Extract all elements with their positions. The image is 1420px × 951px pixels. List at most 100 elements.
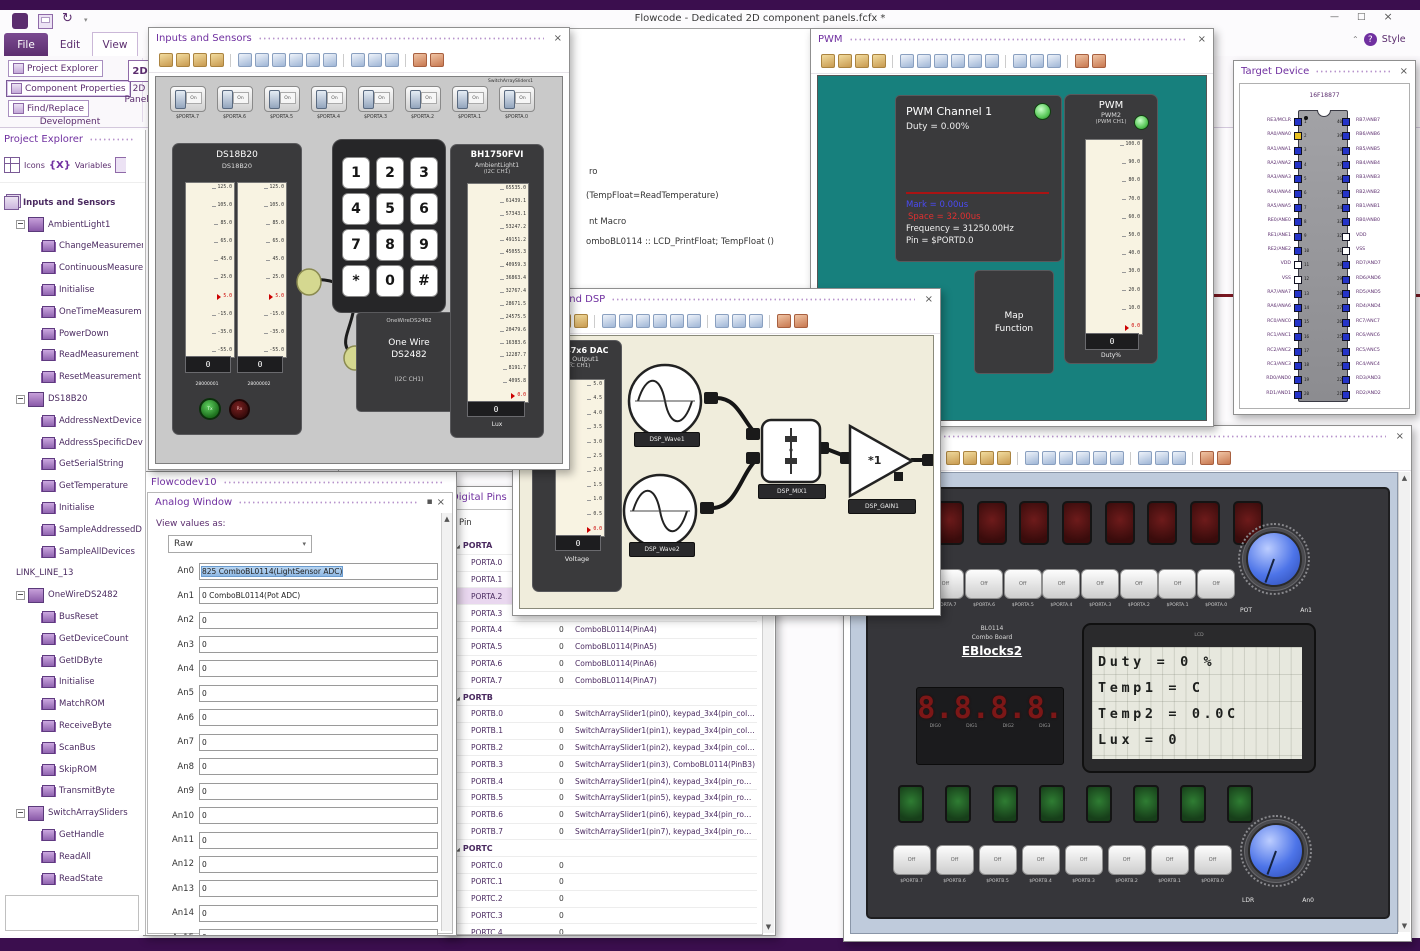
- save-icon[interactable]: [38, 14, 53, 29]
- connections-icon[interactable]: [1154, 451, 1169, 465]
- tree-item[interactable]: AddressSpecificDev: [2, 432, 143, 454]
- pin-label-right[interactable]: RC7/ANC7: [1356, 319, 1380, 324]
- port-switch-button[interactable]: Off: [935, 845, 974, 875]
- digital-pin-row[interactable]: PORTC.1 0: [451, 874, 757, 891]
- reset-view-icon[interactable]: [793, 314, 808, 328]
- pin-label-right[interactable]: RC5/ANC5: [1356, 348, 1380, 353]
- world-icon[interactable]: [1074, 54, 1089, 68]
- tree-item[interactable]: ContinuousMeasure: [2, 257, 143, 279]
- close-icon[interactable]: ×: [925, 294, 933, 305]
- sep[interactable]: [594, 314, 595, 328]
- scroll-down-icon[interactable]: ▼: [763, 923, 774, 931]
- send-back-icon[interactable]: [933, 54, 948, 68]
- digital-pin-row[interactable]: PORTC.3 0: [451, 908, 757, 925]
- port-switch-button[interactable]: Off: [965, 569, 1004, 599]
- analog-value-field[interactable]: 0: [199, 831, 438, 849]
- pin-label-left[interactable]: RA7/ANA7: [1244, 290, 1291, 295]
- wave2-label[interactable]: DSP_Wave2: [629, 542, 695, 557]
- project-explorer-button[interactable]: Project Explorer: [8, 60, 104, 77]
- board-scrollbar[interactable]: ▲ ▼: [1398, 472, 1410, 932]
- digital-pin-row[interactable]: PORTA.6 0 ComboBL0114(PinA6): [451, 656, 757, 673]
- ribbon-tab[interactable]: File: [4, 32, 48, 57]
- quickbar-caret-icon[interactable]: ▾: [84, 16, 88, 24]
- tree-expander[interactable]: [16, 808, 25, 818]
- tree-item[interactable]: SkipROM: [2, 759, 143, 781]
- pwm-titlebar[interactable]: PWM ×: [811, 29, 1213, 49]
- close-icon[interactable]: ×: [1400, 66, 1408, 77]
- sep[interactable]: [892, 54, 893, 68]
- port-switch-button[interactable]: Off: [1003, 569, 1042, 599]
- pin-label-right[interactable]: RD6/AND6: [1356, 276, 1381, 281]
- cursor-icon[interactable]: [158, 53, 173, 67]
- tree-expander[interactable]: [16, 590, 25, 600]
- tree-item[interactable]: PowerDown: [2, 323, 143, 345]
- pin-label-left[interactable]: RA2/ANA2: [1244, 161, 1291, 166]
- pin-label-right[interactable]: RB1/ANB1: [1356, 204, 1380, 209]
- pin-pad-left[interactable]: [1294, 390, 1302, 399]
- properties-icon[interactable]: [384, 53, 399, 67]
- port-switch-button[interactable]: Off: [1042, 569, 1081, 599]
- rotate-icon[interactable]: [192, 53, 207, 67]
- analog-value-field[interactable]: 0: [199, 929, 438, 935]
- grid-icon[interactable]: [950, 54, 965, 68]
- close-button[interactable]: ×: [1384, 10, 1393, 23]
- digital-pin-row[interactable]: PORTB.3 0 SwitchArraySlider1(pin3), Comb…: [451, 756, 757, 774]
- port-switch-button[interactable]: Off: [1107, 845, 1146, 875]
- snap-icon[interactable]: [1092, 451, 1107, 465]
- keypad-key[interactable]: #: [410, 265, 438, 297]
- pin-label-right[interactable]: RB5/ANB5: [1356, 147, 1380, 152]
- analog-outer-titlebar[interactable]: Flowcodev10: [144, 472, 456, 492]
- pin-pad-left[interactable]: [1294, 232, 1302, 241]
- analog-value-field[interactable]: 0: [199, 758, 438, 776]
- digital-pin-row[interactable]: PORTB.0 0 SwitchArraySlider1(pin0), keyp…: [451, 706, 757, 723]
- bring-front-icon[interactable]: [254, 53, 269, 67]
- sep[interactable]: [1067, 54, 1068, 68]
- icons-view-label[interactable]: Icons: [24, 161, 45, 170]
- camera-icon[interactable]: [322, 53, 337, 67]
- send-back-icon[interactable]: [635, 314, 650, 328]
- tree-item[interactable]: LINK_LINE_13: [2, 563, 143, 585]
- pin-pad-left[interactable]: [1294, 175, 1302, 184]
- pin-label-left[interactable]: RA5/ANA5: [1244, 204, 1291, 209]
- configure-icon[interactable]: [350, 53, 365, 67]
- bring-front-icon[interactable]: [618, 314, 633, 328]
- analog-titlebar[interactable]: Analog Window ▪ ×: [148, 493, 452, 511]
- keypad-key[interactable]: 9: [410, 229, 438, 261]
- sep[interactable]: [707, 314, 708, 328]
- send-back-icon[interactable]: [1058, 451, 1073, 465]
- pin-label-left[interactable]: VDD: [1244, 261, 1291, 266]
- sep[interactable]: [405, 53, 406, 67]
- analog-value-field[interactable]: 0: [199, 880, 438, 898]
- tree-item[interactable]: GetIDByte: [2, 650, 143, 672]
- pin-pad-right[interactable]: [1342, 318, 1350, 327]
- pin-pad-left[interactable]: [1294, 361, 1302, 370]
- pin-label-right[interactable]: RD4/AND4: [1356, 304, 1381, 309]
- outputs-titlebar[interactable]: Outputs and DSP ×: [513, 289, 940, 309]
- cursor-icon[interactable]: [820, 54, 835, 68]
- pin-pad-left[interactable]: [1294, 376, 1302, 385]
- rotate-icon[interactable]: [854, 54, 869, 68]
- reset-view-icon[interactable]: [1216, 451, 1231, 465]
- pin-pad-right[interactable]: [1342, 146, 1350, 155]
- orbit-icon[interactable]: [209, 53, 224, 67]
- sep[interactable]: [230, 53, 231, 67]
- tree-item[interactable]: AddressNextDevice: [2, 410, 143, 432]
- bring-front-icon[interactable]: [916, 54, 931, 68]
- pin-pad-left[interactable]: [1294, 318, 1302, 327]
- pin-pad-right[interactable]: [1342, 132, 1350, 141]
- pin-pad-left[interactable]: [1294, 146, 1302, 155]
- snap-icon[interactable]: [305, 53, 320, 67]
- properties-icon[interactable]: [748, 314, 763, 328]
- digital-pin-row[interactable]: PORTB.4 0 SwitchArraySlider1(pin4), keyp…: [451, 773, 757, 790]
- port-switch-button[interactable]: Off: [1197, 569, 1236, 599]
- pin-pad-right[interactable]: [1342, 232, 1350, 241]
- pin-pad-right[interactable]: [1342, 247, 1350, 256]
- pin-pad-left[interactable]: [1294, 118, 1302, 126]
- pin-pad-right[interactable]: [1342, 275, 1350, 284]
- rotate-icon[interactable]: [979, 451, 994, 465]
- sep[interactable]: [1130, 451, 1131, 465]
- orbit-icon[interactable]: [871, 54, 886, 68]
- configure-icon[interactable]: [1012, 54, 1027, 68]
- world-icon[interactable]: [776, 314, 791, 328]
- style-menu[interactable]: Style: [1382, 34, 1406, 45]
